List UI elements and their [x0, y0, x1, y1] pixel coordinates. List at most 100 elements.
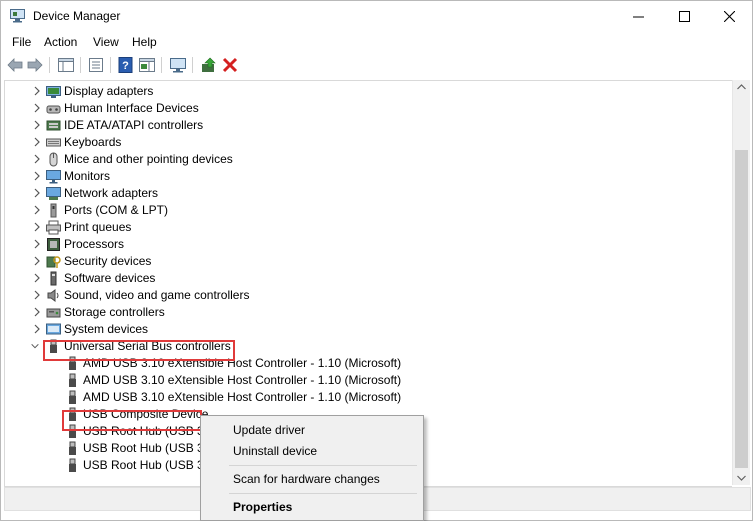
toolbar-separator [110, 57, 111, 73]
tree-label: System devices [64, 322, 149, 336]
tree-category-display-adapters[interactable]: Display adapters [5, 83, 732, 100]
menu-action[interactable]: Action [44, 35, 77, 49]
properties-button[interactable] [87, 56, 105, 74]
help-icon: ? [118, 57, 133, 73]
forward-button[interactable] [26, 56, 44, 74]
tree-label: Security devices [64, 254, 152, 268]
properties-icon [89, 58, 103, 72]
scrollbar-thumb[interactable] [735, 150, 748, 468]
processor-icon [47, 238, 60, 251]
scroll-up-icon[interactable] [737, 84, 746, 90]
tree-label: Sound, video and game controllers [64, 288, 250, 302]
help-button[interactable]: ? [117, 56, 135, 74]
context-menu-properties[interactable]: Properties [233, 500, 292, 514]
usb-icon [69, 390, 76, 404]
usb-icon [69, 373, 76, 387]
tree-category-sound-video-game[interactable]: Sound, video and game controllers [5, 287, 732, 304]
tree-category-mice[interactable]: Mice and other pointing devices [5, 151, 732, 168]
show-hide-console-tree-button[interactable] [57, 56, 75, 74]
chevron-right-icon[interactable] [32, 119, 42, 131]
network-adapter-icon [46, 187, 61, 200]
title-bar[interactable]: Device Manager [1, 1, 752, 31]
maximize-icon [678, 10, 690, 22]
chevron-right-icon[interactable] [32, 136, 42, 148]
scroll-down-icon[interactable] [737, 475, 746, 481]
tree-label: USB Root Hub (USB 3.0) [83, 458, 218, 472]
chevron-right-icon[interactable] [32, 170, 42, 182]
back-button[interactable] [6, 56, 24, 74]
chevron-right-icon[interactable] [32, 306, 42, 318]
chevron-down-icon[interactable] [30, 340, 40, 352]
chevron-right-icon[interactable] [32, 85, 42, 97]
context-menu-scan-hardware[interactable]: Scan for hardware changes [233, 472, 380, 486]
menu-view[interactable]: View [93, 35, 119, 49]
tree-category-processors[interactable]: Processors [5, 236, 732, 253]
context-menu-separator [229, 493, 417, 494]
device-manager-window: Device Manager File Action View Help ? D… [0, 0, 753, 521]
tree-category-ports[interactable]: Ports (COM & LPT) [5, 202, 732, 219]
tree-category-system-devices[interactable]: System devices [5, 321, 732, 338]
tree-category-print-queues[interactable]: Print queues [5, 219, 732, 236]
usb-device-host-controller-3[interactable]: AMD USB 3.10 eXtensible Host Controller … [5, 389, 732, 406]
highlight-box-usb-composite-device [62, 410, 202, 431]
back-arrow-icon [7, 58, 23, 72]
context-menu: Update driver Uninstall device Scan for … [200, 415, 424, 521]
close-button[interactable] [706, 1, 752, 31]
context-menu-uninstall-device[interactable]: Uninstall device [233, 444, 317, 458]
tree-category-software-devices[interactable]: Software devices [5, 270, 732, 287]
tree-category-storage-controllers[interactable]: Storage controllers [5, 304, 732, 321]
menu-bar: File Action View Help [1, 32, 752, 52]
toolbar-separator [80, 57, 81, 73]
tree-category-security-devices[interactable]: Security devices [5, 253, 732, 270]
chevron-right-icon[interactable] [32, 221, 42, 233]
minimize-button[interactable] [615, 1, 661, 31]
speaker-icon [47, 289, 59, 302]
action-pane-icon [139, 58, 155, 72]
tree-label: Display adapters [64, 84, 154, 98]
mouse-icon [49, 152, 58, 167]
tree-label: Processors [64, 237, 125, 251]
device-manager-icon [10, 9, 25, 23]
context-menu-update-driver[interactable]: Update driver [233, 423, 305, 437]
menu-file[interactable]: File [12, 35, 31, 49]
chevron-right-icon[interactable] [32, 204, 42, 216]
tree-label: AMD USB 3.10 eXtensible Host Controller … [83, 390, 402, 404]
tree-label: Storage controllers [64, 305, 165, 319]
context-menu-separator [229, 465, 417, 466]
forward-arrow-icon [27, 58, 43, 72]
tree-category-monitors[interactable]: Monitors [5, 168, 732, 185]
toolbar-separator [49, 57, 50, 73]
scan-hardware-button[interactable] [169, 56, 187, 74]
tree-label: AMD USB 3.10 eXtensible Host Controller … [83, 373, 402, 387]
tree-category-network-adapters[interactable]: Network adapters [5, 185, 732, 202]
tree-label: Print queues [64, 220, 132, 234]
chevron-right-icon[interactable] [32, 102, 42, 114]
chevron-right-icon[interactable] [32, 153, 42, 165]
chevron-right-icon[interactable] [32, 238, 42, 250]
tree-label: Software devices [64, 271, 156, 285]
action-pane-button[interactable] [138, 56, 156, 74]
software-device-icon [50, 271, 57, 286]
chevron-right-icon[interactable] [32, 272, 42, 284]
usb-device-host-controller-2[interactable]: AMD USB 3.10 eXtensible Host Controller … [5, 372, 732, 389]
chevron-right-icon[interactable] [32, 255, 42, 267]
tree-label: Keyboards [64, 135, 122, 149]
vertical-scrollbar[interactable] [732, 80, 750, 485]
maximize-button[interactable] [661, 1, 707, 31]
uninstall-device-icon [222, 57, 238, 73]
menu-help[interactable]: Help [132, 35, 157, 49]
tree-label: Ports (COM & LPT) [64, 203, 169, 217]
update-driver-button[interactable] [200, 56, 218, 74]
chevron-right-icon[interactable] [32, 187, 42, 199]
chevron-right-icon[interactable] [32, 289, 42, 301]
system-device-icon [46, 323, 61, 335]
chevron-right-icon[interactable] [32, 323, 42, 335]
tree-category-human-interface-devices[interactable]: Human Interface Devices [5, 100, 732, 117]
tree-category-ide-ata-atapi-controllers[interactable]: IDE ATA/ATAPI controllers [5, 117, 732, 134]
svg-text:?: ? [122, 60, 129, 72]
tree-label: Human Interface Devices [64, 101, 199, 115]
tree-category-keyboards[interactable]: Keyboards [5, 134, 732, 151]
usb-icon [69, 441, 76, 455]
uninstall-device-button[interactable] [221, 56, 239, 74]
security-device-icon [46, 256, 61, 268]
